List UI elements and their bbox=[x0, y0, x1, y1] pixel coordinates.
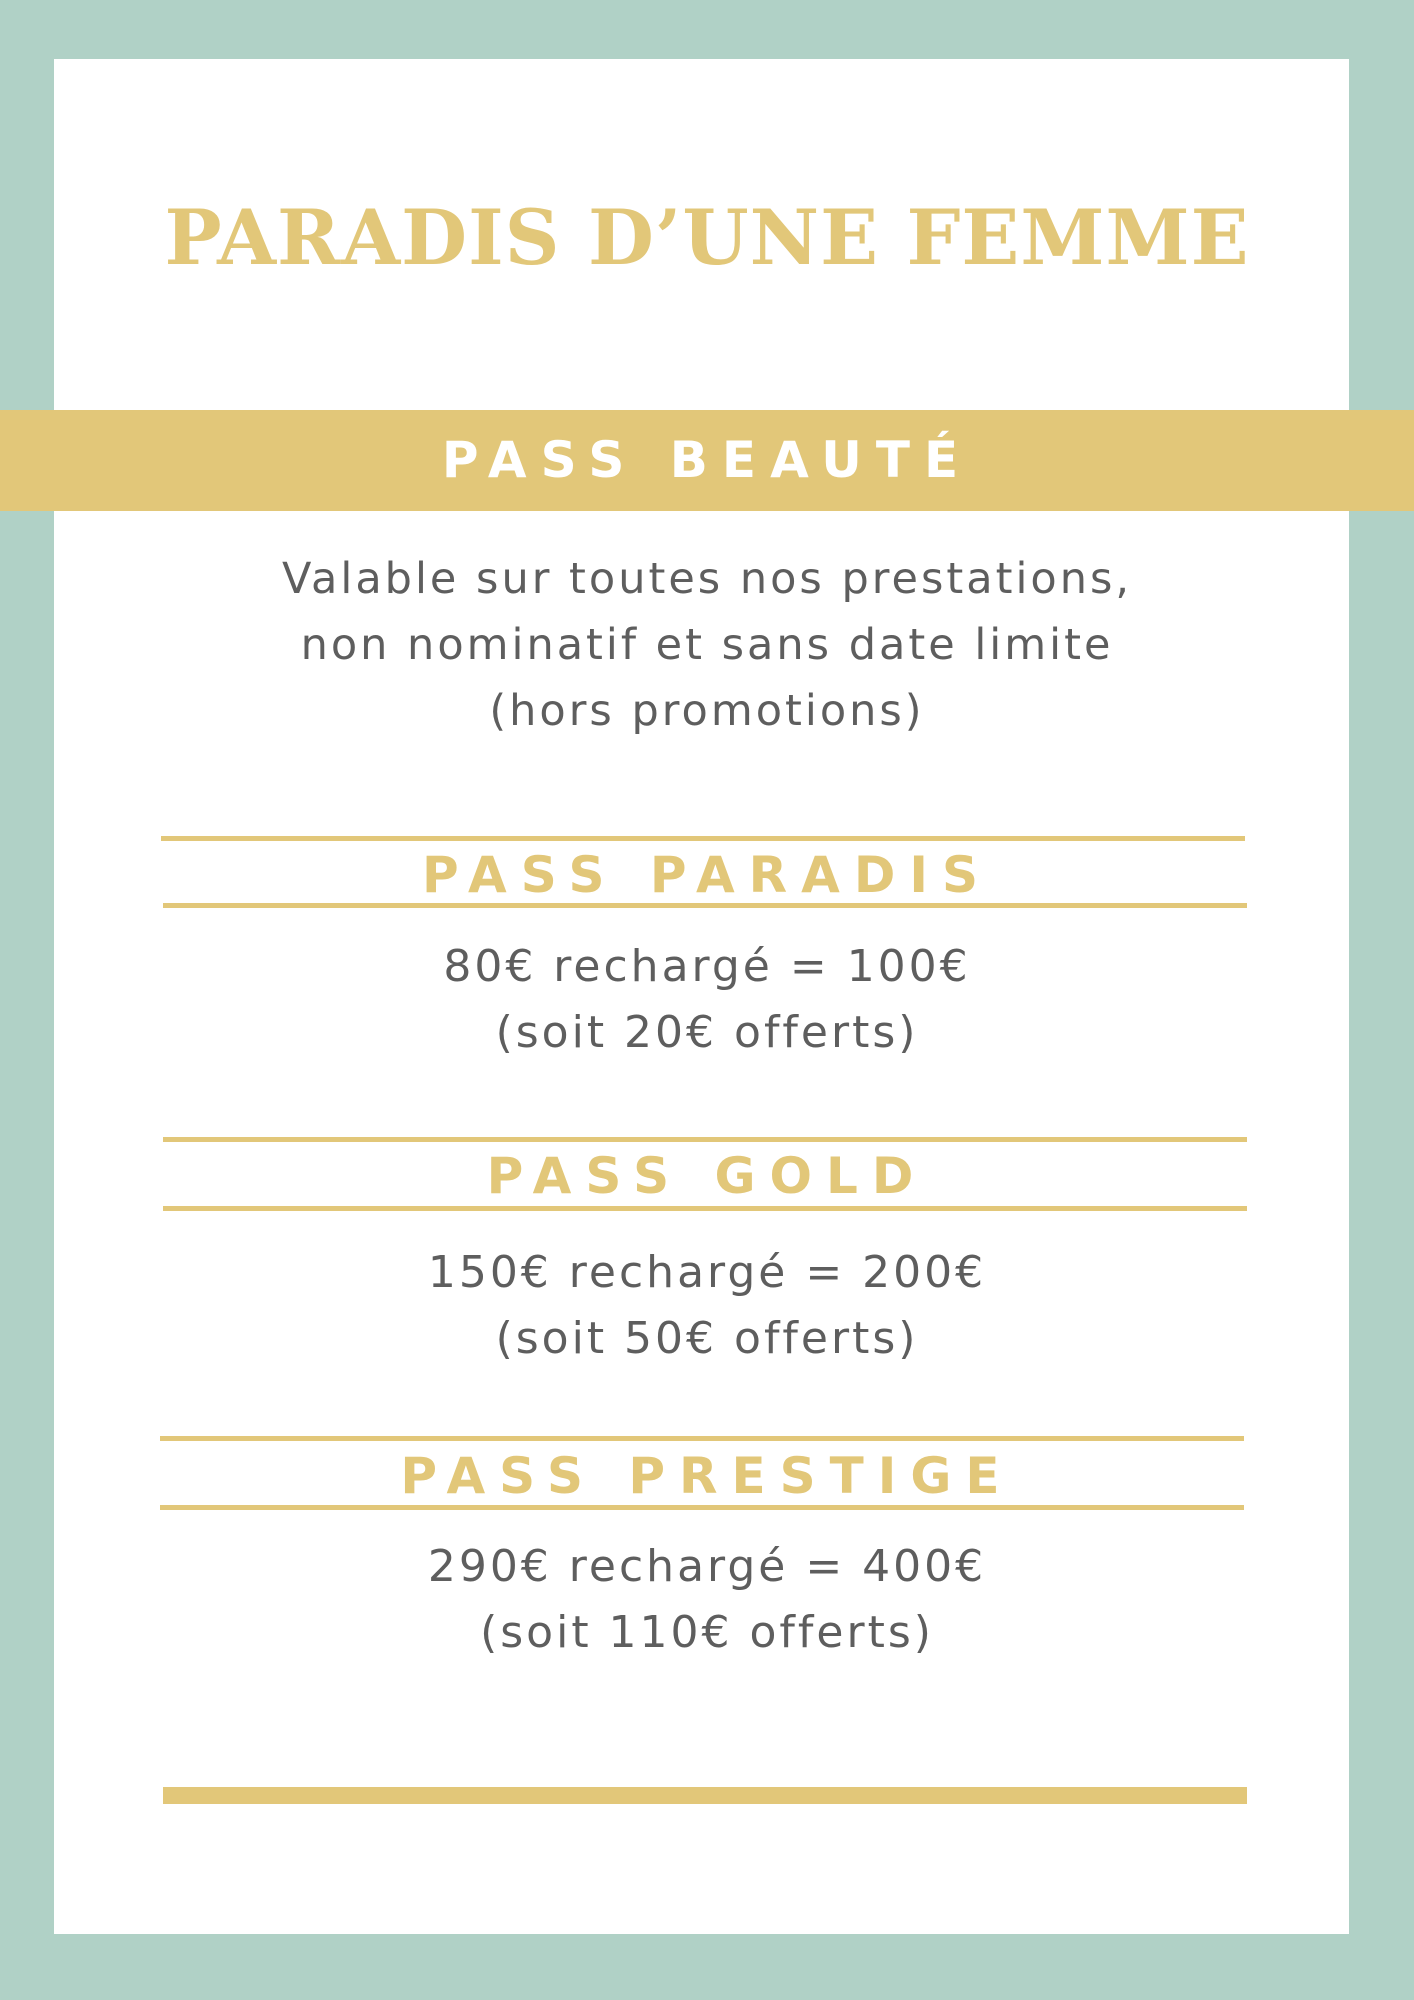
pass-paradis-bonus: (soit 20€ offerts) bbox=[495, 1007, 919, 1058]
pass-paradis-description: 80€ rechargé = 100€ (soit 20€ offerts) bbox=[0, 934, 1414, 1066]
divider-top-gold bbox=[163, 1137, 1247, 1142]
pass-prestige-description: 290€ rechargé = 400€ (soit 110€ offerts) bbox=[0, 1534, 1414, 1666]
bottom-bar bbox=[163, 1787, 1247, 1804]
pass-gold-description: 150€ rechargé = 200€ (soit 50€ offerts) bbox=[0, 1240, 1414, 1372]
pass-prestige-bonus: (soit 110€ offerts) bbox=[480, 1607, 934, 1658]
page-title: PARADIS D’UNE FEMME bbox=[164, 193, 1250, 282]
intro-line-2: non nominatif et sans date limite bbox=[300, 620, 1114, 670]
pass-gold-bonus: (soit 50€ offerts) bbox=[495, 1313, 919, 1364]
intro-line-1: Valable sur toutes nos prestations, bbox=[281, 554, 1133, 604]
divider-bottom-paradis bbox=[163, 903, 1247, 908]
banner-label: PASS BEAUTÉ bbox=[441, 431, 973, 489]
divider-top-prestige bbox=[160, 1436, 1244, 1441]
intro-text: Valable sur toutes nos prestations, non … bbox=[0, 546, 1414, 744]
pass-prestige-offer: 290€ rechargé = 400€ bbox=[427, 1541, 987, 1592]
intro-line-3: (hors promotions) bbox=[489, 686, 925, 736]
pass-gold-title: PASS GOLD bbox=[486, 1147, 928, 1205]
pass-paradis-title: PASS PARADIS bbox=[421, 846, 992, 904]
divider-bottom-prestige bbox=[160, 1505, 1244, 1510]
pass-paradis-offer: 80€ rechargé = 100€ bbox=[443, 941, 971, 992]
pass-prestige-title: PASS PRESTIGE bbox=[400, 1447, 1014, 1505]
divider-bottom-gold bbox=[163, 1206, 1247, 1211]
divider-top-paradis bbox=[161, 836, 1245, 841]
pass-gold-offer: 150€ rechargé = 200€ bbox=[427, 1247, 987, 1298]
pass-beaute-banner: PASS BEAUTÉ bbox=[0, 410, 1414, 511]
